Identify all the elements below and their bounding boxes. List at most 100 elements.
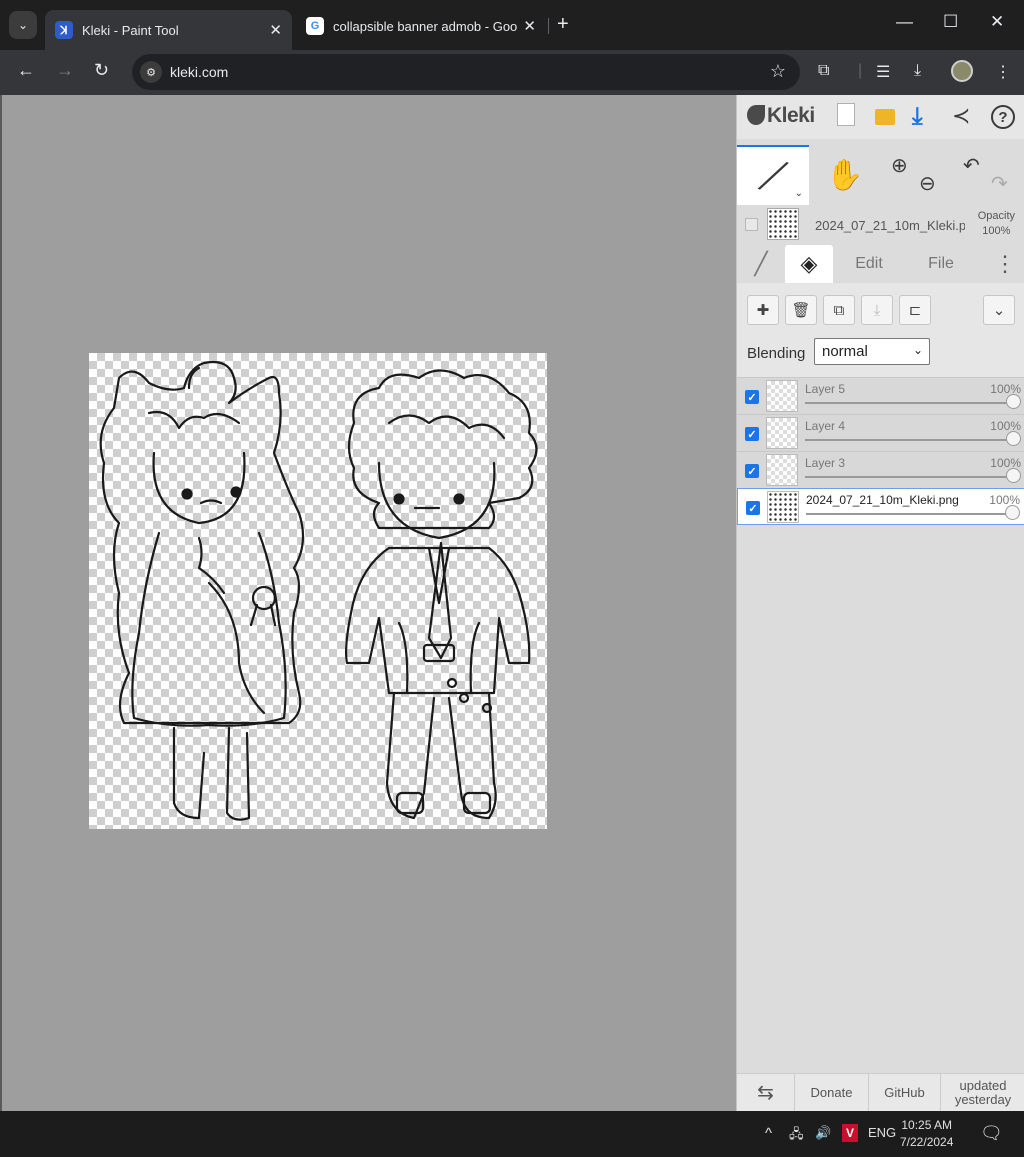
delete-layer-button[interactable]: 🗑: [785, 295, 817, 325]
browser-menu-icon[interactable]: ⋮: [995, 62, 1011, 82]
layer-name: 2024_07_21_10m_Kleki.png: [806, 493, 959, 507]
close-window-button[interactable]: ✕: [990, 12, 1004, 32]
layer-name: Layer 5: [805, 382, 846, 396]
tab-edit[interactable]: Edit: [841, 245, 897, 283]
chevron-up-icon[interactable]: ^: [765, 1125, 772, 1142]
rename-layer-button[interactable]: ⊏: [899, 295, 931, 325]
kleki-logo[interactable]: Kleki: [747, 104, 815, 128]
open-folder-icon[interactable]: [875, 109, 895, 125]
chevron-down-icon[interactable]: ⌄: [795, 188, 803, 199]
tab-search-button[interactable]: ⌄: [9, 11, 37, 39]
tab-close-icon[interactable]: ✕: [269, 21, 282, 39]
tab-layers[interactable]: ◈: [785, 245, 833, 283]
drawing-canvas[interactable]: [89, 353, 547, 829]
bookmark-star-icon[interactable]: ☆: [770, 61, 786, 82]
more-options-icon[interactable]: ⋮: [985, 245, 1024, 283]
zoom-out-icon[interactable]: ⊖: [919, 171, 936, 196]
tool-row: ╱ ⌄ ✋ ⊕ ⊖ ↶ ↷: [737, 145, 1024, 205]
notification-icon[interactable]: 🗨: [980, 1123, 1003, 1144]
blending-value: normal: [822, 343, 868, 360]
reading-list-icon[interactable]: ☰: [876, 62, 890, 82]
site-settings-icon[interactable]: ⚙: [140, 61, 162, 83]
antivirus-tray-icon[interactable]: V: [842, 1124, 858, 1142]
updated-info[interactable]: updated yesterday: [941, 1074, 1024, 1112]
system-clock[interactable]: 10:25 AM 7/22/2024: [900, 1117, 953, 1151]
current-layer-info: 2024_07_21_10m_Kleki.png Opacity 100%: [737, 205, 1024, 245]
layer-row-selected[interactable]: ✓ 2024_07_21_10m_Kleki.png 100%: [737, 488, 1024, 525]
tab-title: Kleki - Paint Tool: [82, 22, 179, 38]
kleki-sidebar: Kleki ⤓ ≺ ? ╱ ⌄ ✋ ⊕ ⊖ ↶ ↷ 2024_07_21_10m…: [736, 95, 1024, 1112]
layer-visibility-checkbox[interactable]: ✓: [745, 427, 759, 441]
hand-icon: ✋: [826, 158, 864, 192]
logo-text: Kleki: [767, 104, 815, 127]
hand-tool-button[interactable]: ✋: [809, 145, 881, 205]
tab-brush[interactable]: ╱: [737, 245, 785, 283]
reload-icon[interactable]: ↻: [94, 60, 109, 81]
layer-menu-button[interactable]: ⌄: [983, 295, 1015, 325]
new-tab-button[interactable]: +: [557, 13, 569, 36]
brush-tool-button[interactable]: ╱ ⌄: [737, 145, 809, 205]
layer-row[interactable]: ✓ Layer 3 100%: [737, 451, 1024, 488]
updated-line-2: yesterday: [954, 1092, 1012, 1107]
sidebar-tab-row: ╱ ◈ Edit File ⋮: [737, 245, 1024, 283]
minimize-button[interactable]: —: [896, 12, 913, 32]
opacity-value: 100%: [982, 225, 1011, 237]
new-image-icon[interactable]: [837, 103, 855, 126]
forward-arrow-icon[interactable]: →: [56, 60, 74, 81]
tab-kleki[interactable]: ꓘ Kleki - Paint Tool ✕: [45, 10, 292, 50]
merge-down-icon: ⤓: [873, 301, 881, 319]
opacity-slider-track[interactable]: [805, 476, 1015, 478]
layer-visibility-checkbox[interactable]: ✓: [746, 501, 760, 515]
download-icon[interactable]: ⤓: [912, 103, 923, 131]
tab-close-icon[interactable]: ✕: [523, 17, 536, 35]
layer-visibility-checkbox[interactable]: ✓: [745, 390, 759, 404]
downloads-icon[interactable]: ⤓: [914, 62, 921, 80]
opacity-slider-handle[interactable]: [1006, 468, 1021, 483]
opacity-slider-track[interactable]: [805, 402, 1015, 404]
layer-thumbnail: [766, 380, 798, 412]
duplicate-layer-button[interactable]: ⧉: [823, 295, 855, 325]
network-icon[interactable]: 🖧: [789, 1125, 804, 1147]
layer-row[interactable]: ✓ Layer 4 100%: [737, 414, 1024, 451]
layer-row[interactable]: ✓ Layer 5 100%: [737, 377, 1024, 414]
extensions-icon[interactable]: ⧉: [818, 62, 829, 80]
profile-avatar[interactable]: [951, 60, 973, 82]
url-text[interactable]: kleki.com: [170, 64, 228, 80]
opacity-slider-track[interactable]: [805, 439, 1015, 441]
opacity-slider-handle[interactable]: [1006, 431, 1021, 446]
rename-icon: ⊏: [908, 302, 922, 319]
opacity-slider-handle[interactable]: [1006, 394, 1021, 409]
layer-name: Layer 3: [805, 456, 846, 470]
redo-icon[interactable]: ↷: [991, 171, 1008, 196]
browser-toolbar: ← → ↻ ⚙ kleki.com ☆ ⧉ | ☰ ⤓ ⋮: [0, 50, 1024, 95]
tab-file[interactable]: File: [913, 245, 969, 283]
maximize-button[interactable]: ☐: [943, 12, 958, 32]
current-layer-opacity: Opacity 100%: [978, 209, 1015, 239]
github-link[interactable]: GitHub: [869, 1074, 941, 1112]
help-icon[interactable]: ?: [991, 105, 1015, 129]
donate-link[interactable]: Donate: [795, 1074, 869, 1112]
share-icon[interactable]: ≺: [952, 103, 970, 129]
layer-visibility-checkbox[interactable]: ✓: [745, 464, 759, 478]
tab-title: collapsible banner admob - Goo: [333, 18, 518, 34]
layer-controls: ✚ 🗑 ⧉ ⤓ ⊏ ⌄ Blending normal ⌄: [737, 283, 1024, 377]
volume-icon[interactable]: 🔊: [815, 1125, 831, 1141]
address-bar[interactable]: ⚙ kleki.com ☆: [132, 54, 800, 90]
zoom-in-icon[interactable]: ⊕: [891, 153, 908, 178]
clock-date: 7/22/2024: [900, 1135, 954, 1149]
tab-google-search[interactable]: G collapsible banner admob - Goo ✕: [296, 10, 546, 42]
opacity-slider-track[interactable]: [806, 513, 1014, 515]
layer-visibility-checkbox[interactable]: [745, 218, 758, 231]
back-arrow-icon[interactable]: ←: [17, 60, 35, 81]
chevron-down-icon: ⌄: [992, 302, 1006, 319]
language-indicator[interactable]: ENG: [868, 1125, 896, 1140]
opacity-slider-handle[interactable]: [1005, 505, 1020, 520]
merge-layer-button[interactable]: ⤓: [861, 295, 893, 325]
add-layer-button[interactable]: ✚: [747, 295, 779, 325]
undo-icon[interactable]: ↶: [963, 153, 980, 178]
blending-label: Blending: [747, 345, 806, 362]
swap-side-button[interactable]: ⇆: [737, 1074, 795, 1112]
browser-tab-strip: ⌄ ꓘ Kleki - Paint Tool ✕ G collapsible b…: [0, 0, 1024, 50]
blending-select[interactable]: normal ⌄: [814, 338, 930, 365]
layer-thumbnail: [767, 208, 799, 240]
